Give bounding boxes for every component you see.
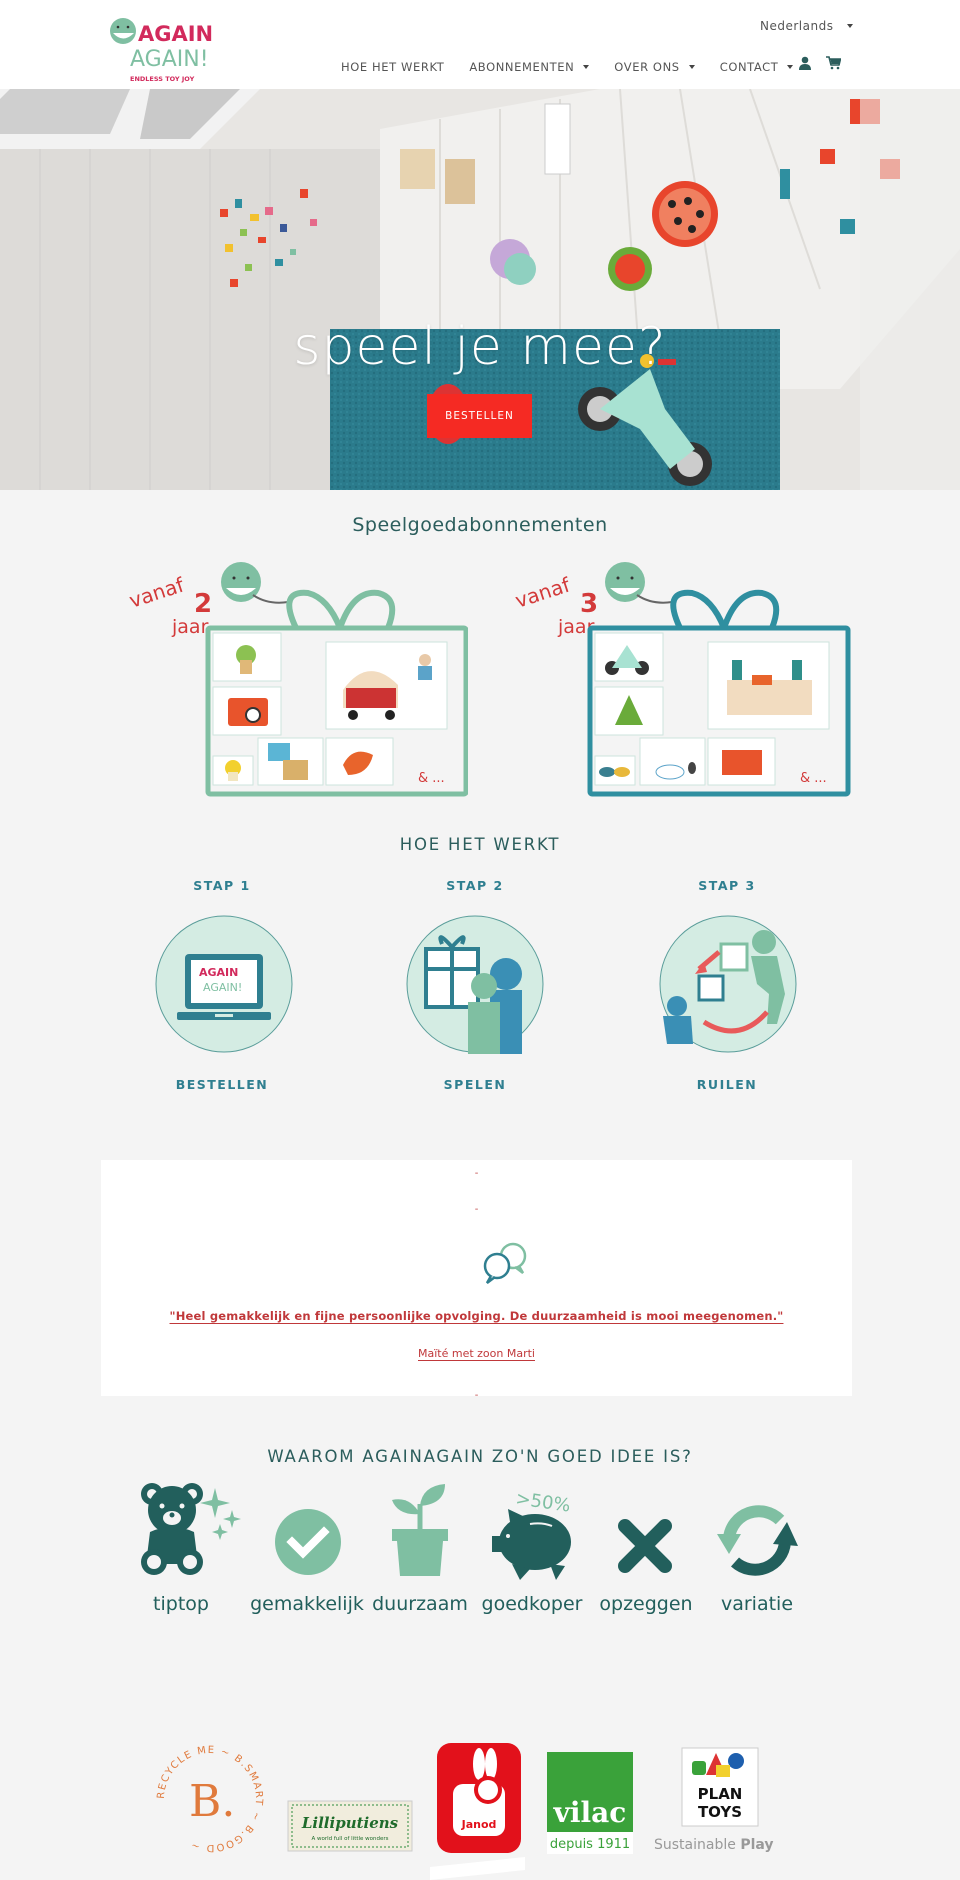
subscription-box-age-2[interactable]: vanaf 2 jaar & ...: [128, 560, 468, 800]
discount-badge: >50%: [514, 1488, 571, 1516]
divider: -: [474, 1390, 479, 1401]
svg-text:AGAIN: AGAIN: [199, 966, 238, 979]
more-label: & ...: [418, 771, 445, 786]
svg-text:jaar: jaar: [171, 616, 209, 638]
age-number: 2: [194, 589, 212, 619]
why-title: WAAROM AGAINAGAIN ZO'N GOED IDEE IS?: [267, 1447, 693, 1466]
svg-text:AGAIN!: AGAIN!: [203, 981, 242, 994]
exchange-icon: [659, 915, 797, 1053]
age-number: 3: [580, 589, 598, 619]
svg-text:PLAN: PLAN: [698, 1785, 743, 1803]
svg-text:A world full of little wonders: A world full of little wonders: [311, 1836, 388, 1842]
svg-text:depuis 1911: depuis 1911: [550, 1837, 630, 1852]
step-action: SPELEN: [443, 1077, 507, 1092]
chat-bubbles-icon: [483, 1242, 527, 1284]
nav-label: CONTACT: [719, 60, 779, 74]
logo-line2: AGAIN!: [130, 47, 209, 72]
cart-icon[interactable]: [826, 56, 841, 70]
step-label: STAP 3: [698, 878, 756, 893]
nav-item-about[interactable]: OVER ONS: [614, 60, 695, 74]
nav-item-contact[interactable]: CONTACT: [720, 60, 794, 74]
brand-vilac-logo[interactable]: vilac depuis 1911: [547, 1752, 633, 1854]
subscription-box-age-3[interactable]: vanaf 3 jaar & ...: [512, 560, 852, 800]
bow-icon: [670, 589, 780, 630]
brand-lilliputiens-logo[interactable]: Lilliputiens A world full of little wond…: [287, 1800, 413, 1852]
brand-janod-logo[interactable]: Janod: [436, 1742, 522, 1854]
svg-text:vanaf: vanaf: [512, 572, 574, 612]
site-header: AGAIN AGAIN! ENDLESS TOY JOY Nederlands …: [0, 0, 960, 89]
order-button[interactable]: BESTELLEN: [427, 394, 532, 438]
chevron-down-icon: [847, 24, 854, 28]
svg-text:TOYS: TOYS: [698, 1803, 742, 1821]
kids-gift-icon: [406, 915, 544, 1054]
vanaf-label: vanaf 3 jaar: [512, 572, 598, 638]
nav-icons: [798, 56, 841, 70]
hero-slider: speel je mee? BESTELLEN: [0, 89, 960, 490]
testimonial-author[interactable]: Maïté met zoon Marti: [101, 1347, 852, 1360]
logo-tagline: ENDLESS TOY JOY: [130, 75, 195, 83]
refresh-icon: [717, 1505, 798, 1576]
language-selector[interactable]: Nederlands: [760, 19, 854, 33]
piggy-bank-icon: >50%: [492, 1488, 572, 1580]
nav-item-subscriptions[interactable]: ABONNEMENTEN: [469, 60, 590, 74]
nav-item-how[interactable]: HOE HET WERKT: [341, 60, 444, 74]
main-nav: HOE HET WERKT ABONNEMENTEN OVER ONS CONT…: [341, 60, 818, 74]
divider: -: [474, 1204, 479, 1215]
decorative-shape: [430, 1857, 525, 1880]
svg-text:Janod: Janod: [461, 1818, 497, 1831]
chevron-down-icon: [787, 65, 794, 69]
step-action: BESTELLEN: [175, 1077, 269, 1092]
feature-label-tiptop: tiptop: [153, 1593, 209, 1615]
how-title: HOE HET WERKT: [399, 835, 561, 854]
chevron-down-icon: [583, 65, 590, 69]
chevron-down-icon: [688, 65, 695, 69]
step-action: RUILEN: [696, 1077, 758, 1092]
brand-plantoys-logo[interactable]: PLAN TOYS Sustainable Play: [652, 1747, 792, 1857]
testimonial-quote[interactable]: "Heel gemakkelijk en fijne persoonlijke …: [101, 1309, 852, 1323]
svg-text:Lilliputiens: Lilliputiens: [301, 1814, 399, 1832]
account-icon[interactable]: [798, 56, 812, 70]
brand-btoys-logo[interactable]: RECYCLE ME ~ B.SMART ~ B.GOOD ~ B.: [153, 1742, 268, 1857]
testimonial-card: - - "Heel gemakkelijk en fijne persoonli…: [101, 1160, 852, 1396]
divider: -: [474, 1168, 479, 1179]
hero-title: speel je mee?: [293, 317, 667, 377]
step-3: STAP 3: [627, 878, 827, 893]
vanaf-label: vanaf 2 jaar: [128, 572, 212, 638]
language-label: Nederlands: [760, 19, 834, 33]
logo-line1: AGAIN: [138, 22, 213, 46]
cross-icon: [618, 1519, 672, 1573]
logo-face-icon: [110, 18, 136, 44]
more-label: & ...: [800, 771, 827, 786]
subscriptions-title: Speelgoedabonnementen: [352, 514, 608, 536]
plant-pot-icon: [392, 1484, 448, 1576]
step-label: STAP 2: [446, 878, 504, 893]
step-1: STAP 1: [122, 878, 322, 893]
step-label: STAP 1: [193, 878, 251, 893]
step-2: STAP 2: [375, 878, 575, 893]
sparkle-icon: [200, 1488, 241, 1540]
teddy-bear-icon: [141, 1483, 241, 1575]
svg-text:Sustainable Play: Sustainable Play: [654, 1837, 774, 1853]
svg-text:B.: B.: [189, 1776, 235, 1827]
nav-label: OVER ONS: [614, 60, 680, 74]
logo[interactable]: AGAIN AGAIN! ENDLESS TOY JOY: [108, 14, 226, 88]
nav-label: ABONNEMENTEN: [469, 60, 575, 74]
laptop-order-icon: AGAIN AGAIN!: [155, 915, 293, 1053]
feature-label-variety: variatie: [720, 1593, 794, 1615]
nav-label: HOE HET WERKT: [341, 60, 445, 74]
svg-text:vanaf: vanaf: [128, 572, 188, 612]
check-circle-icon: [275, 1509, 341, 1575]
bow-icon: [286, 589, 396, 630]
svg-text:vilac: vilac: [553, 1796, 627, 1829]
